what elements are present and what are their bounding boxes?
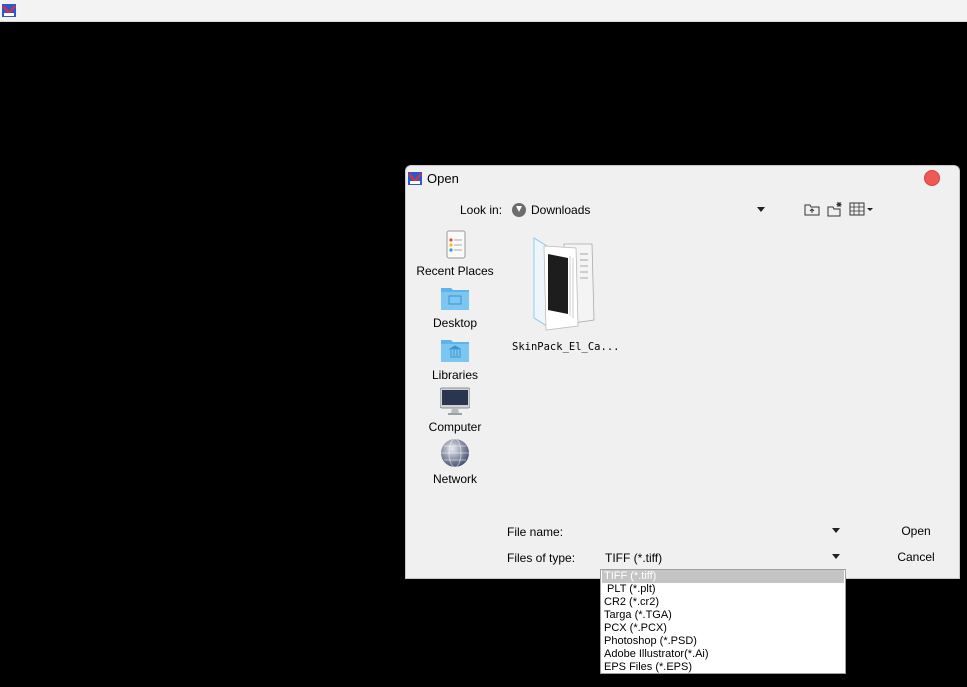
place-label: Recent Places [416, 264, 494, 278]
file-type-option[interactable]: Adobe Illustrator(*.Ai) [602, 648, 844, 661]
cancel-button[interactable]: Cancel [884, 547, 948, 567]
place-network[interactable]: Network [414, 436, 496, 488]
place-label: Computer [428, 420, 482, 434]
open-dialog: Open Look in: Downloads Recent Places De… [405, 165, 960, 579]
files-of-type-label: Files of type: [507, 551, 576, 565]
new-folder-icon[interactable] [826, 201, 844, 217]
dialog-title-bar[interactable]: Open [406, 166, 959, 190]
files-of-type-dropdown[interactable]: TIFF (*.tiff) [602, 547, 842, 567]
open-button[interactable]: Open [884, 521, 948, 541]
file-name-input[interactable] [602, 521, 842, 541]
file-item[interactable]: SkinPack_El_Ca... [512, 234, 620, 353]
close-button[interactable] [924, 170, 940, 186]
libraries-folder-icon [441, 340, 469, 362]
place-recent-places[interactable]: Recent Places [414, 228, 496, 280]
file-type-option[interactable]: Photoshop (*.PSD) [602, 635, 844, 648]
file-type-options-list[interactable]: TIFF (*.tiff) PLT (*.plt) CR2 (*.cr2) Ta… [600, 569, 846, 674]
recent-places-icon [446, 230, 466, 259]
look-in-dropdown[interactable]: Downloads [510, 200, 765, 220]
file-type-option[interactable]: CR2 (*.cr2) [602, 596, 844, 609]
network-globe-icon [441, 438, 469, 468]
place-label: Network [432, 472, 477, 486]
chevron-down-icon [757, 207, 765, 212]
file-thumbnail [533, 237, 595, 331]
dialog-title: Open [427, 171, 459, 186]
files-of-type-value: TIFF (*.tiff) [605, 551, 663, 565]
file-type-option[interactable]: PLT (*.plt) [602, 583, 844, 596]
file-list[interactable]: SkinPack_El_Ca... [502, 226, 952, 506]
dialog-app-icon [408, 172, 422, 185]
place-libraries[interactable]: Libraries [414, 332, 496, 384]
chevron-down-icon [832, 528, 840, 533]
place-computer[interactable]: Computer [414, 384, 496, 436]
look-in-value: Downloads [531, 203, 591, 217]
app-top-bar [0, 0, 967, 22]
view-menu-icon[interactable] [849, 201, 875, 217]
file-type-option[interactable]: PCX (*.PCX) [602, 622, 844, 635]
place-label: Desktop [432, 316, 478, 330]
file-type-option[interactable]: TIFF (*.tiff) [602, 570, 844, 583]
look-in-label: Look in: [460, 203, 503, 217]
chevron-down-icon [832, 554, 840, 559]
place-desktop[interactable]: Desktop [414, 280, 496, 332]
place-label: Libraries [431, 368, 479, 382]
file-type-option[interactable]: Targa (*.TGA) [602, 609, 844, 622]
app-logo-icon[interactable] [2, 4, 16, 17]
file-name: SkinPack_El_Ca... [512, 341, 620, 353]
desktop-folder-icon [441, 288, 469, 310]
downloads-icon [512, 203, 526, 217]
file-name-label: File name: [507, 525, 564, 539]
computer-icon [440, 387, 470, 415]
up-one-level-icon[interactable] [803, 201, 821, 217]
file-type-option[interactable]: EPS Files (*.EPS) [602, 661, 844, 674]
